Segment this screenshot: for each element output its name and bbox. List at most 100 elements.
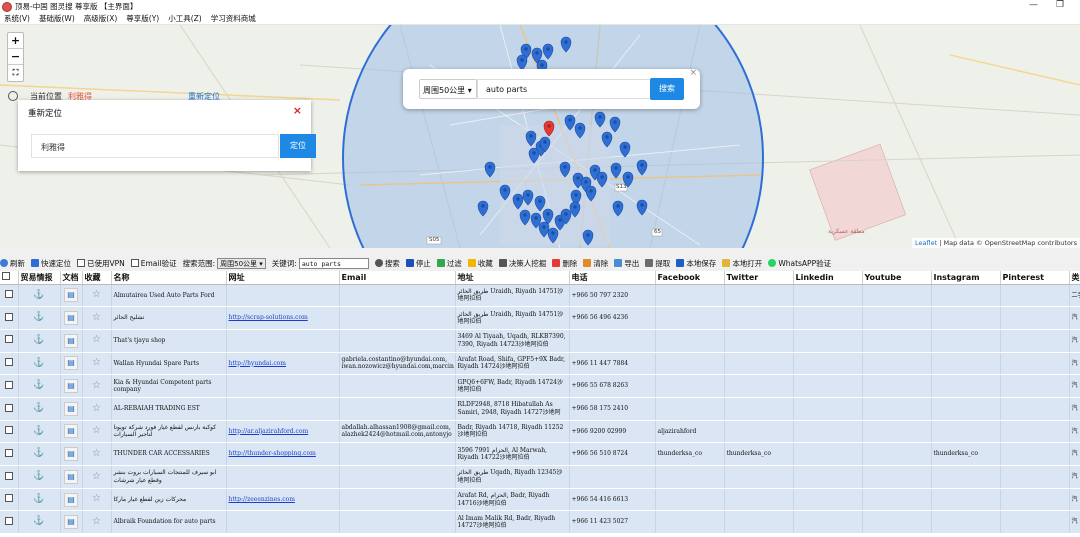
trade-intel-cell[interactable]: ⚓	[18, 465, 61, 489]
trade-intel-cell[interactable]: ⚓	[18, 352, 61, 376]
clear-button[interactable]: 清除	[583, 258, 608, 269]
delete-button[interactable]: 删除	[552, 258, 577, 269]
url-cell[interactable]: http://ar.aljazirahford.com	[226, 420, 340, 444]
favorite-cell[interactable]: ☆	[82, 442, 112, 466]
email-verify-checkbox[interactable]: Email验证	[130, 258, 177, 269]
url-cell[interactable]	[226, 510, 340, 535]
table-row[interactable]: ⚓ ▤ ☆ Albraik Foundation for auto parts Al I…	[0, 510, 1080, 535]
row-select-cell[interactable]	[0, 306, 19, 330]
refresh-button[interactable]: 刷新	[0, 258, 25, 269]
map-view[interactable]: مطقة عسكرية S13 S05 65 + − ⛶ 当前位置 利雅得 重新…	[0, 25, 1080, 248]
row-select-cell[interactable]	[0, 488, 19, 512]
whatsapp-verify-button[interactable]: WhatsAPP验证	[768, 258, 831, 269]
trade-intel-cell[interactable]: ⚓	[18, 284, 61, 308]
header-phone[interactable]: 电话	[569, 271, 656, 285]
url-cell[interactable]: http://scrap-solutions.com	[226, 306, 340, 330]
row-select-cell[interactable]	[0, 442, 19, 466]
save-local-button[interactable]: 本地保存	[676, 258, 716, 269]
quick-locate-button[interactable]: 快速定位	[31, 258, 71, 269]
header-url[interactable]: 网址	[226, 271, 340, 285]
maximize-button[interactable]: ❐	[1056, 0, 1064, 10]
keyword-input[interactable]: auto parts	[298, 257, 369, 269]
url-cell[interactable]	[226, 397, 340, 421]
filter-button[interactable]: 过滤	[436, 258, 462, 269]
header-pinterest[interactable]: Pinterest	[1000, 271, 1070, 285]
stop-button[interactable]: 停止	[405, 258, 431, 269]
menu-system[interactable]: 系统(V)	[4, 13, 30, 24]
open-local-button[interactable]: 本地打开	[722, 258, 762, 269]
table-row[interactable]: ⚓ ▤ ☆ Kia & Hyundai Competent parts company…	[0, 374, 1080, 398]
leaflet-link[interactable]: Leaflet	[915, 239, 937, 247]
favorite-cell[interactable]: ☆	[82, 465, 112, 489]
row-select-cell[interactable]	[0, 510, 19, 535]
zoom-out-button[interactable]: −	[8, 49, 23, 65]
row-select-cell[interactable]	[0, 420, 19, 444]
use-vpn-checkbox[interactable]: 已使用VPN	[77, 258, 125, 269]
header-email[interactable]: Email	[339, 271, 456, 285]
favorite-cell[interactable]: ☆	[82, 510, 112, 535]
trade-intel-cell[interactable]: ⚓	[18, 397, 61, 421]
favorite-cell[interactable]: ☆	[82, 488, 112, 512]
document-cell[interactable]: ▤	[60, 442, 83, 466]
trade-intel-cell[interactable]: ⚓	[18, 374, 61, 398]
trade-intel-cell[interactable]: ⚓	[18, 306, 61, 330]
row-select-cell[interactable]	[0, 374, 19, 398]
table-row[interactable]: ⚓ ▤ ☆ تشليح الحائر http://scrap-solutions.co…	[0, 306, 1080, 330]
menu-learning-store[interactable]: 学习资料商城	[211, 13, 256, 24]
header-twitter[interactable]: Twitter	[724, 271, 794, 285]
menu-basic[interactable]: 基础版(W)	[39, 13, 75, 24]
url-cell[interactable]	[226, 329, 340, 353]
menu-tools[interactable]: 小工具(Z)	[168, 13, 202, 24]
header-document[interactable]: 文档	[60, 271, 83, 285]
table-row[interactable]: ⚓ ▤ ☆ THUNDER CAR ACCESSARIES http://thunder…	[0, 442, 1080, 466]
trade-intel-cell[interactable]: ⚓	[18, 420, 61, 444]
table-row[interactable]: ⚓ ▤ ☆ ابو سيرف للمنتجات السيارات بروت بنشر …	[0, 465, 1080, 489]
url-cell[interactable]	[226, 284, 340, 308]
table-row[interactable]: ⚓ ▤ ☆ Almutairea Used Auto Parts Ford طريق ا…	[0, 284, 1080, 308]
favorite-cell[interactable]: ☆	[82, 284, 112, 308]
search-range-select[interactable]: 周围50公里 ▾	[217, 257, 266, 269]
favorite-cell[interactable]: ☆	[82, 397, 112, 421]
table-row[interactable]: ⚓ ▤ ☆ محركات زين لقطع غيار ماركا http://zeee…	[0, 488, 1080, 512]
row-select-cell[interactable]	[0, 284, 19, 308]
table-row[interactable]: ⚓ ▤ ☆ كوكبة بارنس لقطع غيار فورد شركة تويوت…	[0, 420, 1080, 444]
document-cell[interactable]: ▤	[60, 284, 83, 308]
row-select-cell[interactable]	[0, 329, 19, 353]
favorite-button[interactable]: 收藏	[467, 258, 493, 269]
zoom-in-button[interactable]: +	[8, 33, 23, 49]
url-cell[interactable]	[226, 465, 340, 489]
url-cell[interactable]: http://thunder-shopping.com	[226, 442, 340, 466]
trade-intel-cell[interactable]: ⚓	[18, 510, 61, 535]
relocate-city-input[interactable]: 利雅得	[31, 134, 279, 158]
document-cell[interactable]: ▤	[60, 420, 83, 444]
url-cell[interactable]: http://hyundai.com	[226, 352, 340, 376]
header-trade-intel[interactable]: 贸易情报	[18, 271, 61, 285]
header-linkedin[interactable]: Linkedin	[793, 271, 863, 285]
header-favorite[interactable]: 收藏	[82, 271, 112, 285]
export-button[interactable]: 导出	[614, 258, 639, 269]
header-youtube[interactable]: Youtube	[862, 271, 932, 285]
extract-button[interactable]: 提取	[645, 258, 670, 269]
trade-intel-cell[interactable]: ⚓	[18, 329, 61, 353]
url-cell[interactable]	[226, 374, 340, 398]
map-search-button[interactable]: 搜索	[650, 78, 684, 100]
header-name[interactable]: 名称	[111, 271, 227, 285]
document-cell[interactable]: ▤	[60, 397, 83, 421]
favorite-cell[interactable]: ☆	[82, 306, 112, 330]
document-cell[interactable]: ▤	[60, 465, 83, 489]
radius-select[interactable]: 周围50公里 ▾	[419, 79, 477, 99]
favorite-cell[interactable]: ☆	[82, 329, 112, 353]
menu-advanced[interactable]: 高级版(X)	[84, 13, 118, 24]
table-row[interactable]: ⚓ ▤ ☆ Wallan Hyundai Spare Parts http://hyun…	[0, 352, 1080, 376]
header-select-all[interactable]	[0, 271, 19, 285]
document-cell[interactable]: ▤	[60, 306, 83, 330]
trade-intel-cell[interactable]: ⚓	[18, 442, 61, 466]
fullscreen-button[interactable]: ⛶	[8, 65, 23, 81]
favorite-cell[interactable]: ☆	[82, 374, 112, 398]
row-select-cell[interactable]	[0, 465, 19, 489]
search-button[interactable]: 搜索	[374, 258, 400, 269]
row-select-cell[interactable]	[0, 352, 19, 376]
document-cell[interactable]: ▤	[60, 374, 83, 398]
document-cell[interactable]: ▤	[60, 510, 83, 535]
table-row[interactable]: ⚓ ▤ ☆ AL-REBAIAH TRADING EST RLDF2948, 8718 …	[0, 397, 1080, 421]
